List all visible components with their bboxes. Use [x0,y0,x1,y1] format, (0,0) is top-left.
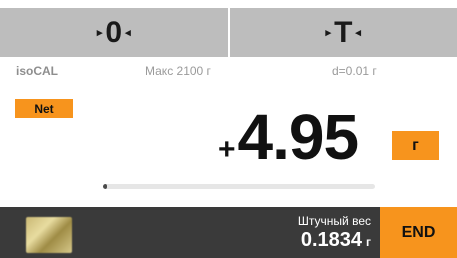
tare-button[interactable]: ▸ T ◂ [229,8,457,57]
piece-weight-label: Штучный вес [297,214,371,228]
capacity-bar [103,184,375,189]
arrow-left-icon: ◂ [355,27,361,39]
tare-button-label: T [334,15,353,49]
info-row: isoCAL Макс 2100 г d=0.01 г [0,64,457,80]
weight-value: 4.95 [237,101,360,173]
arrow-left-icon: ◂ [125,27,131,39]
weight-sign: + [218,133,236,166]
capacity-bar-fill [103,184,108,189]
division-value: d=0.01 г [332,64,377,78]
zero-button-label: 0 [105,15,123,49]
bottom-bar: Штучный вес 0.1834 г END [0,207,457,258]
calibration-mode: isoCAL [16,64,58,78]
piece-weight-value: 0.1834 [300,229,362,251]
zero-button[interactable]: ▸ 0 ◂ [0,8,228,57]
piece-weight: 0.1834 г [301,229,371,252]
net-badge: Net [15,99,73,118]
arrow-right-icon: ▸ [96,27,103,39]
end-button[interactable]: END [380,207,457,258]
unit-button[interactable]: г [392,131,439,160]
arrow-right-icon: ▸ [325,27,332,39]
weight-reading: + 4.95 [218,100,360,174]
item-thumbnail[interactable] [26,217,72,253]
top-button-bar: ▸ 0 ◂ ▸ T ◂ [0,8,457,57]
max-capacity: Макс 2100 г [145,64,211,78]
piece-weight-unit: г [366,235,371,249]
